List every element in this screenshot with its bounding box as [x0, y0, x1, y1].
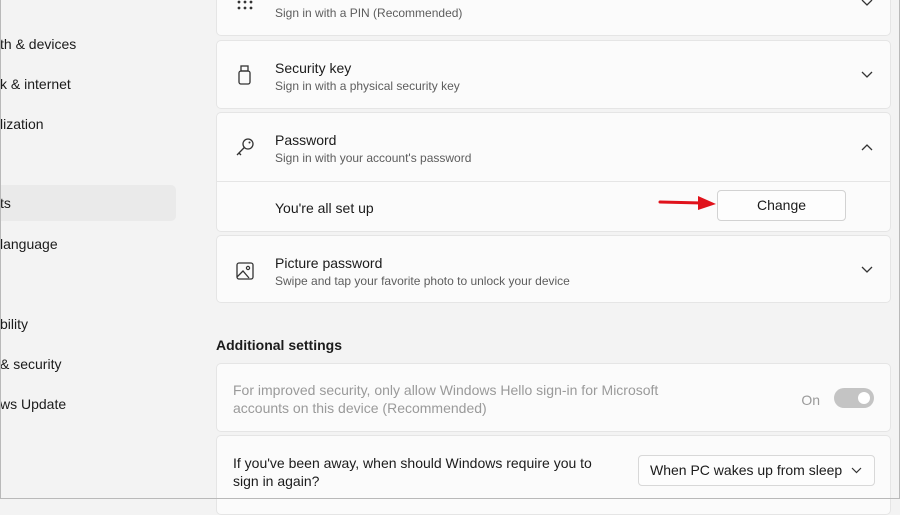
- chevron-down-icon: [851, 467, 862, 474]
- red-arrow-annotation: [658, 196, 716, 210]
- toggle-knob: [858, 392, 870, 404]
- picture-password-title: Picture password: [275, 255, 383, 271]
- dropdown-selected-value: When PC wakes up from sleep: [650, 462, 843, 478]
- chevron-down-icon[interactable]: [860, 0, 874, 10]
- pin-keypad-icon: [237, 0, 253, 10]
- password-title: Password: [275, 132, 337, 148]
- sidebar-item-bluetooth-devices[interactable]: th & devices: [0, 26, 176, 62]
- picture-password-subtitle: Swipe and tap your favorite photo to unl…: [275, 274, 570, 288]
- require-signin-text: If you've been away, when should Windows…: [233, 455, 592, 489]
- sidebar-item-accounts[interactable]: ts: [0, 185, 176, 221]
- card-divider: [217, 181, 890, 182]
- usb-key-icon: [238, 65, 251, 85]
- sidebar-item-accessibility[interactable]: bility: [0, 306, 176, 342]
- key-icon: [236, 138, 254, 156]
- toggle-state-label: On: [801, 392, 820, 408]
- change-password-button[interactable]: Change: [717, 190, 846, 221]
- windows-hello-only-toggle[interactable]: [834, 388, 874, 408]
- password-subtitle: Sign in with your account's password: [275, 151, 472, 165]
- sidebar-item-windows-update[interactable]: ws Update: [0, 386, 176, 422]
- chevron-down-icon[interactable]: [860, 68, 874, 82]
- password-card[interactable]: Password Sign in with your account's pas…: [216, 112, 891, 232]
- sidebar-item-network-internet[interactable]: k & internet: [0, 66, 176, 102]
- picture-password-card[interactable]: Picture password Swipe and tap your favo…: [216, 235, 891, 303]
- require-signin-dropdown[interactable]: When PC wakes up from sleep: [638, 455, 875, 486]
- windows-hello-only-text: For improved security, only allow Window…: [233, 382, 659, 416]
- sidebar-item-privacy-security[interactable]: & security: [0, 346, 176, 382]
- pin-subtitle: Sign in with a PIN (Recommended): [275, 6, 463, 20]
- sidebar: th & devices k & internet lization ts la…: [0, 0, 190, 500]
- windows-hello-only-setting: For improved security, only allow Window…: [216, 363, 891, 432]
- password-status: You're all set up: [275, 200, 374, 216]
- section-heading-additional-settings: Additional settings: [216, 337, 342, 353]
- chevron-down-icon[interactable]: [860, 263, 874, 277]
- security-key-subtitle: Sign in with a physical security key: [275, 79, 460, 93]
- sidebar-item-personalization[interactable]: lization: [0, 106, 176, 142]
- pin-card[interactable]: Sign in with a PIN (Recommended): [216, 0, 891, 36]
- require-signin-setting: If you've been away, when should Windows…: [216, 435, 891, 515]
- sidebar-item-time-language[interactable]: language: [0, 226, 176, 262]
- security-key-title: Security key: [275, 60, 352, 76]
- picture-icon: [236, 262, 254, 280]
- chevron-up-icon[interactable]: [860, 140, 874, 154]
- security-key-card[interactable]: Security key Sign in with a physical sec…: [216, 40, 891, 109]
